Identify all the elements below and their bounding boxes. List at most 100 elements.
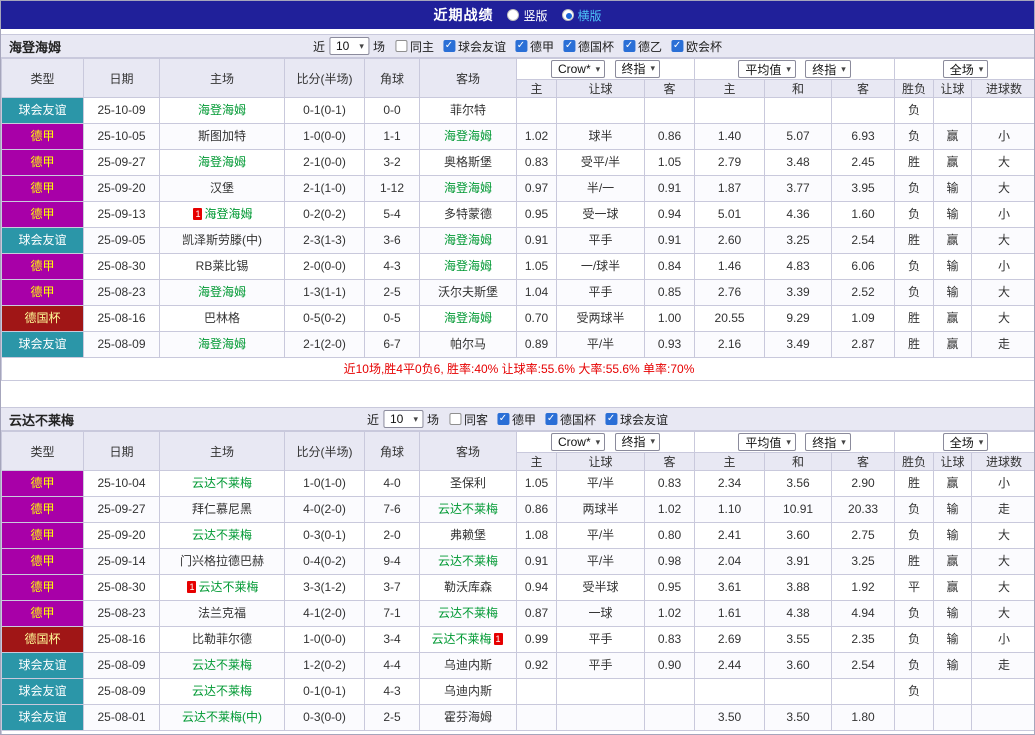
score-cell[interactable]: 4-1(2-0) bbox=[284, 600, 365, 627]
goals-result-cell bbox=[971, 97, 1034, 124]
league-filter-checkbox[interactable]: ✓ 球会友谊 bbox=[605, 411, 668, 428]
team-name: 云达不莱梅 bbox=[9, 412, 75, 428]
score-cell[interactable]: 2-1(1-0) bbox=[284, 175, 365, 202]
score-cell[interactable]: 2-3(1-3) bbox=[284, 227, 365, 254]
team-link[interactable]: 圣保利 bbox=[450, 476, 486, 490]
eu-source-select[interactable]: 平均值 ▾ bbox=[738, 60, 796, 78]
layout-option-horizontal[interactable]: 横版 bbox=[561, 7, 602, 24]
scope-select[interactable]: 全场 ▾ bbox=[942, 433, 989, 451]
score-cell[interactable]: 4-0(2-0) bbox=[284, 496, 365, 523]
eu-source-select[interactable]: 平均值 ▾ bbox=[738, 433, 796, 451]
team-section-heidenheim: 海登海姆 近 10 ▾ 场 同主 ✓ 球会友谊 ✓ 德甲 ✓ 德国杯 ✓ 德乙 ✓ 欧会杯 类型 日期… bbox=[1, 34, 1034, 381]
wdl-result-cell: 平 bbox=[894, 574, 935, 601]
team-link[interactable]: 沃尔夫斯堡 bbox=[438, 285, 498, 299]
team-link[interactable]: 云达不莱梅 bbox=[192, 528, 252, 542]
team-link[interactable]: 多特蒙德 bbox=[444, 207, 492, 221]
ah-stage-select[interactable]: 终指 ▾ bbox=[614, 432, 661, 451]
score-cell[interactable]: 0-2(0-2) bbox=[284, 201, 365, 228]
score-cell[interactable]: 0-3(0-0) bbox=[284, 704, 365, 731]
team-link[interactable]: 海登海姆 bbox=[198, 285, 246, 299]
team-link[interactable]: 云达不莱梅 bbox=[198, 580, 258, 594]
ah-away-odds-cell bbox=[643, 678, 696, 705]
team-link[interactable]: 云达不莱梅 bbox=[438, 554, 498, 568]
home-team-cell: 海登海姆 bbox=[159, 149, 285, 176]
team-link[interactable]: RB莱比锡 bbox=[196, 259, 249, 273]
team-link[interactable]: 弗赖堡 bbox=[450, 528, 486, 542]
league-filter-checkbox[interactable]: ✓ 德国杯 bbox=[563, 38, 614, 55]
team-link[interactable]: 海登海姆 bbox=[198, 337, 246, 351]
league-filter-checkbox[interactable]: 同主 bbox=[394, 38, 434, 55]
score-cell[interactable]: 0-5(0-2) bbox=[284, 305, 365, 332]
team-link[interactable]: 云达不莱梅 bbox=[192, 684, 252, 698]
wdl-result-cell: 胜 bbox=[894, 548, 935, 575]
team-link[interactable]: 海登海姆 bbox=[444, 259, 492, 273]
team-link[interactable]: 乌迪内斯 bbox=[444, 658, 492, 672]
team-link[interactable]: 比勒菲尔德 bbox=[192, 632, 252, 646]
ah-stage-select[interactable]: 终指 ▾ bbox=[614, 59, 661, 78]
layout-option-vertical[interactable]: 竖版 bbox=[507, 7, 548, 24]
team-link[interactable]: 帕尔马 bbox=[450, 337, 486, 351]
team-link[interactable]: 法兰克福 bbox=[198, 606, 246, 620]
team-link[interactable]: 勒沃库森 bbox=[444, 580, 492, 594]
score-cell[interactable]: 0-1(0-1) bbox=[284, 678, 365, 705]
league-filter-checkbox[interactable]: ✓ 欧会杯 bbox=[671, 38, 722, 55]
eu-stage-select[interactable]: 终指 ▾ bbox=[805, 60, 851, 78]
score-cell[interactable]: 1-0(0-0) bbox=[284, 123, 365, 150]
team-link[interactable]: 霍芬海姆 bbox=[444, 710, 492, 724]
team-link[interactable]: 海登海姆 bbox=[444, 233, 492, 247]
team-link[interactable]: 云达不莱梅 bbox=[192, 476, 252, 490]
league-type-cell: 球会友谊 bbox=[1, 652, 84, 679]
team-link[interactable]: 海登海姆 bbox=[444, 129, 492, 143]
home-team-cell: 云达不莱梅 bbox=[159, 678, 285, 705]
score-cell[interactable]: 0-1(0-1) bbox=[284, 97, 365, 124]
score-cell[interactable]: 1-0(0-0) bbox=[284, 626, 365, 653]
team-link[interactable]: 云达不莱梅(中) bbox=[182, 710, 262, 724]
league-filter-checkbox[interactable]: ✓ 德甲 bbox=[497, 411, 536, 428]
team-link[interactable]: 门兴格拉德巴赫 bbox=[180, 554, 264, 568]
score-cell[interactable]: 1-3(1-1) bbox=[284, 279, 365, 306]
team-link[interactable]: 云达不莱梅 bbox=[431, 632, 491, 646]
league-filter-checkbox[interactable]: ✓ 球会友谊 bbox=[442, 38, 506, 55]
league-filter-checkbox[interactable]: ✓ 德国杯 bbox=[545, 411, 596, 428]
team-link[interactable]: 海登海姆 bbox=[198, 103, 246, 117]
score-cell[interactable]: 2-1(0-0) bbox=[284, 149, 365, 176]
team-link[interactable]: 斯图加特 bbox=[198, 129, 246, 143]
match-count-select[interactable]: 10 ▾ bbox=[382, 410, 423, 428]
eu-home-odds-cell: 5.01 bbox=[694, 201, 766, 228]
score-cell[interactable]: 0-4(0-2) bbox=[284, 548, 365, 575]
league-type-cell: 球会友谊 bbox=[1, 704, 84, 731]
team-link[interactable]: 巴林格 bbox=[204, 311, 240, 325]
league-filter-checkbox[interactable]: ✓ 德乙 bbox=[623, 38, 662, 55]
handicap-result-cell: 输 bbox=[933, 253, 973, 280]
scope-select[interactable]: 全场 ▾ bbox=[942, 60, 989, 78]
col-header-home: 主场 bbox=[159, 58, 285, 98]
eu-source-value: 平均值 bbox=[745, 62, 782, 77]
ah-bookmaker-select[interactable]: Crow* ▾ bbox=[550, 433, 606, 452]
team-link[interactable]: 凯泽斯劳滕(中) bbox=[182, 233, 262, 247]
eu-draw-odds-cell: 4.38 bbox=[764, 600, 833, 627]
team-link[interactable]: 云达不莱梅 bbox=[438, 502, 498, 516]
score-cell[interactable]: 1-2(0-2) bbox=[284, 652, 365, 679]
score-cell[interactable]: 3-3(1-2) bbox=[284, 574, 365, 601]
team-link[interactable]: 奥格斯堡 bbox=[444, 155, 492, 169]
score-cell[interactable]: 2-0(0-0) bbox=[284, 253, 365, 280]
eu-stage-select[interactable]: 终指 ▾ bbox=[805, 433, 851, 451]
match-count-select[interactable]: 10 ▾ bbox=[328, 37, 369, 55]
score-cell[interactable]: 0-3(0-1) bbox=[284, 522, 365, 549]
league-filter-checkbox[interactable]: ✓ 德甲 bbox=[515, 38, 554, 55]
team-link[interactable]: 云达不莱梅 bbox=[192, 658, 252, 672]
match-count-value: 10 bbox=[389, 412, 404, 426]
team-link[interactable]: 乌迪内斯 bbox=[444, 684, 492, 698]
score-cell[interactable]: 2-1(2-0) bbox=[284, 331, 365, 358]
team-link[interactable]: 汉堡 bbox=[210, 181, 234, 195]
ah-bookmaker-select[interactable]: Crow* ▾ bbox=[550, 60, 606, 79]
league-filter-checkbox[interactable]: 同客 bbox=[448, 411, 488, 428]
team-link[interactable]: 云达不莱梅 bbox=[438, 606, 498, 620]
team-link[interactable]: 海登海姆 bbox=[444, 181, 492, 195]
team-link[interactable]: 菲尔特 bbox=[450, 103, 486, 117]
team-link[interactable]: 海登海姆 bbox=[198, 155, 246, 169]
team-link[interactable]: 海登海姆 bbox=[444, 311, 492, 325]
team-link[interactable]: 拜仁慕尼黑 bbox=[192, 502, 252, 516]
team-link[interactable]: 海登海姆 bbox=[204, 207, 252, 221]
score-cell[interactable]: 1-0(1-0) bbox=[284, 470, 365, 497]
